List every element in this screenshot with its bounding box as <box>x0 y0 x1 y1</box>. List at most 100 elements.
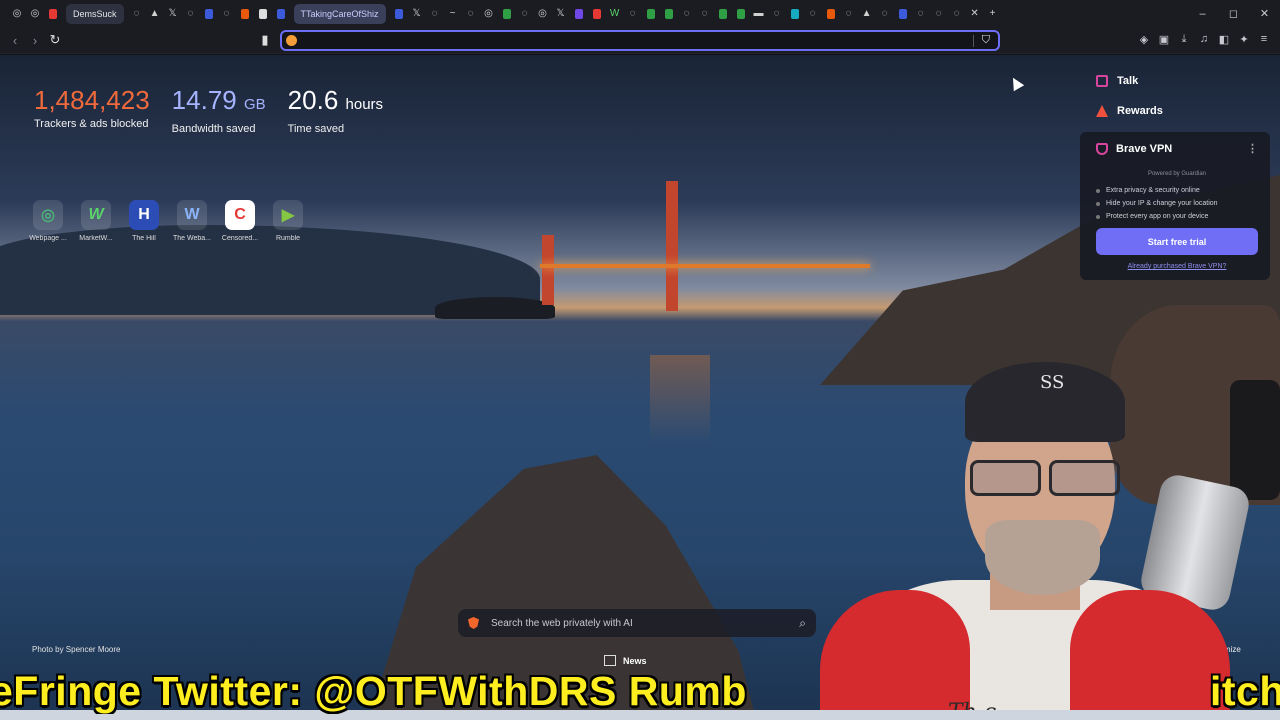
tab-favicon-icon[interactable] <box>201 6 217 22</box>
tab-favicon-icon[interactable] <box>589 6 605 22</box>
minimize-icon[interactable]: – <box>1187 8 1218 20</box>
top-site-tile[interactable]: C Censored... <box>216 200 264 242</box>
top-site-name: Rumble <box>275 235 301 242</box>
top-site-tile[interactable]: W The Weba... <box>168 200 216 242</box>
navigation-bar: ‹ › ↻ ▮ ⛉ ◈ ▣ ⤓ ♫ ◧ ✦ ≡ <box>0 27 1280 54</box>
tab-favicon-icon[interactable]: ◎ <box>481 6 497 22</box>
tab-favicon-icon[interactable]: ◌ <box>183 6 199 22</box>
brave-stats: 1,484,423 Trackers & ads blocked 14.79 G… <box>34 86 383 135</box>
tab-favicon-icon[interactable] <box>255 6 271 22</box>
site-info-icon[interactable] <box>286 35 297 46</box>
tab-favicon-icon[interactable] <box>643 6 659 22</box>
more-options-icon[interactable]: ⋮ <box>1247 142 1258 155</box>
tab-favicon-icon[interactable] <box>571 6 587 22</box>
tab-favicon-icon[interactable]: ◌ <box>679 6 695 22</box>
tab-favicon-icon[interactable]: ▬ <box>751 6 767 22</box>
already-purchased-link[interactable]: Already purchased Brave VPN? <box>1096 263 1258 270</box>
top-site-tile[interactable]: H The Hill <box>120 200 168 242</box>
webcam-person-glasses <box>970 460 1120 496</box>
leo-ai-icon[interactable]: ◈ <box>1136 31 1152 47</box>
tab-favicon-icon[interactable] <box>391 6 407 22</box>
tab-favicon-icon[interactable]: ◌ <box>877 6 893 22</box>
rewards-widget[interactable]: Rewards <box>1080 96 1270 126</box>
tab-favicon-icon[interactable] <box>715 6 731 22</box>
stat-trackers: 1,484,423 Trackers & ads blocked <box>34 86 150 135</box>
tab-favicon-icon[interactable]: ◌ <box>219 6 235 22</box>
tab-favicon-icon[interactable]: ◌ <box>805 6 821 22</box>
tab-favicon-icon[interactable]: ◎ <box>535 6 551 22</box>
tab-demssuck[interactable]: DemsSuck <box>66 3 124 24</box>
back-arrow-icon[interactable]: ‹ <box>6 31 24 49</box>
mic-arm <box>1230 380 1280 500</box>
top-site-tile[interactable]: W MarketW... <box>72 200 120 242</box>
tab-x-icon[interactable]: 𝕏 <box>409 6 425 22</box>
vpn-powered-by: Powered by Guardian <box>1147 171 1207 177</box>
top-site-tile[interactable]: ◎ Webpage ... <box>24 200 72 242</box>
tab-favicon-icon[interactable]: ◌ <box>769 6 785 22</box>
media-icon[interactable]: ♫ <box>1196 31 1212 47</box>
tab-favicon-icon[interactable]: ▲ <box>147 6 163 22</box>
background-islet <box>435 297 555 319</box>
tab-favicon-icon[interactable] <box>895 6 911 22</box>
tab-favicon-icon[interactable] <box>661 6 677 22</box>
tab-favicon-icon[interactable]: ◌ <box>931 6 947 22</box>
tab-favicon-icon[interactable] <box>45 6 61 22</box>
talk-icon <box>1096 75 1108 87</box>
vpn-title: Brave VPN <box>1116 142 1173 155</box>
tab-favicon-icon[interactable] <box>499 6 515 22</box>
tab-x-icon[interactable]: 𝕏 <box>553 6 569 22</box>
tab-favicon-icon[interactable] <box>237 6 253 22</box>
brave-shields-icon[interactable]: ⛉ <box>982 34 990 47</box>
extensions-icon[interactable]: ✦ <box>1236 31 1252 47</box>
tab-favicon-icon[interactable]: ◌ <box>949 6 965 22</box>
search-icon[interactable]: ⌕ <box>799 616 806 631</box>
tab-favicon-icon[interactable]: ~ <box>445 6 461 22</box>
widget-panel: Talk Rewards Brave VPN ⋮ Powered by Guar… <box>1080 66 1270 280</box>
menu-icon[interactable]: ≡ <box>1256 31 1272 47</box>
tab-favicon-icon[interactable] <box>733 6 749 22</box>
download-icon[interactable]: ⤓ <box>1176 31 1192 47</box>
maximize-icon[interactable]: ◻ <box>1218 7 1249 20</box>
forward-arrow-icon[interactable]: › <box>26 31 44 49</box>
talk-widget[interactable]: Talk <box>1080 66 1270 96</box>
top-site-tile[interactable]: ▶ Rumble <box>264 200 312 242</box>
close-window-icon[interactable]: ✕ <box>1249 7 1280 20</box>
bandwidth-unit: GB <box>243 96 266 113</box>
bookmark-icon[interactable]: ▮ <box>256 31 274 49</box>
address-bar[interactable]: ⛉ <box>280 30 1000 51</box>
tab-ttakingcareofshiz[interactable]: TTakingCareOfShiz <box>293 3 386 24</box>
sidebar-icon[interactable]: ◧ <box>1216 31 1232 47</box>
vpn-features: Extra privacy & security online Hide you… <box>1096 187 1258 220</box>
close-tab-icon[interactable]: ✕ <box>967 6 983 22</box>
tab-favicon-icon[interactable] <box>823 6 839 22</box>
tab-favicon-icon[interactable] <box>273 6 289 22</box>
tab-favicon-icon[interactable]: ◌ <box>697 6 713 22</box>
tab-favicon-icon[interactable]: ◎ <box>27 6 43 22</box>
site-logo-icon: W <box>177 200 207 230</box>
tab-x-icon[interactable]: 𝕏 <box>165 6 181 22</box>
tab-favicon-icon[interactable]: ◌ <box>517 6 533 22</box>
new-tab-icon[interactable]: + <box>985 6 1001 22</box>
tab-favicon-icon[interactable]: W <box>607 6 623 22</box>
start-free-trial-button[interactable]: Start free trial <box>1096 228 1258 255</box>
bandwidth-value: 14.79 <box>171 85 237 115</box>
bandwidth-label: Bandwidth saved <box>171 123 256 135</box>
tab-favicon-icon[interactable]: ◌ <box>625 6 641 22</box>
tab-search-icon[interactable]: ◎ <box>9 6 25 22</box>
wallet-icon[interactable]: ▣ <box>1156 31 1172 47</box>
reload-icon[interactable]: ↻ <box>46 31 64 49</box>
tab-favicon-icon[interactable]: ◌ <box>463 6 479 22</box>
photo-credit[interactable]: Photo by Spencer Moore <box>32 645 121 654</box>
tab-favicon-icon[interactable] <box>787 6 803 22</box>
tab-favicon-icon[interactable]: ◌ <box>913 6 929 22</box>
search-box[interactable]: Search the web privately with AI ⌕ <box>458 609 816 637</box>
search-input[interactable]: Search the web privately with AI <box>491 618 799 629</box>
vpn-header: Brave VPN ⋮ <box>1096 142 1258 155</box>
window-controls: – ◻ ✕ <box>1187 0 1280 27</box>
tab-favicon-icon[interactable]: ◌ <box>841 6 857 22</box>
tab-favicon-icon[interactable]: ▲ <box>859 6 875 22</box>
tab-favicon-icon[interactable]: ◌ <box>129 6 145 22</box>
top-site-name: MarketW... <box>79 235 113 242</box>
cap-logo: SS <box>1040 372 1065 393</box>
tab-favicon-icon[interactable]: ◌ <box>427 6 443 22</box>
